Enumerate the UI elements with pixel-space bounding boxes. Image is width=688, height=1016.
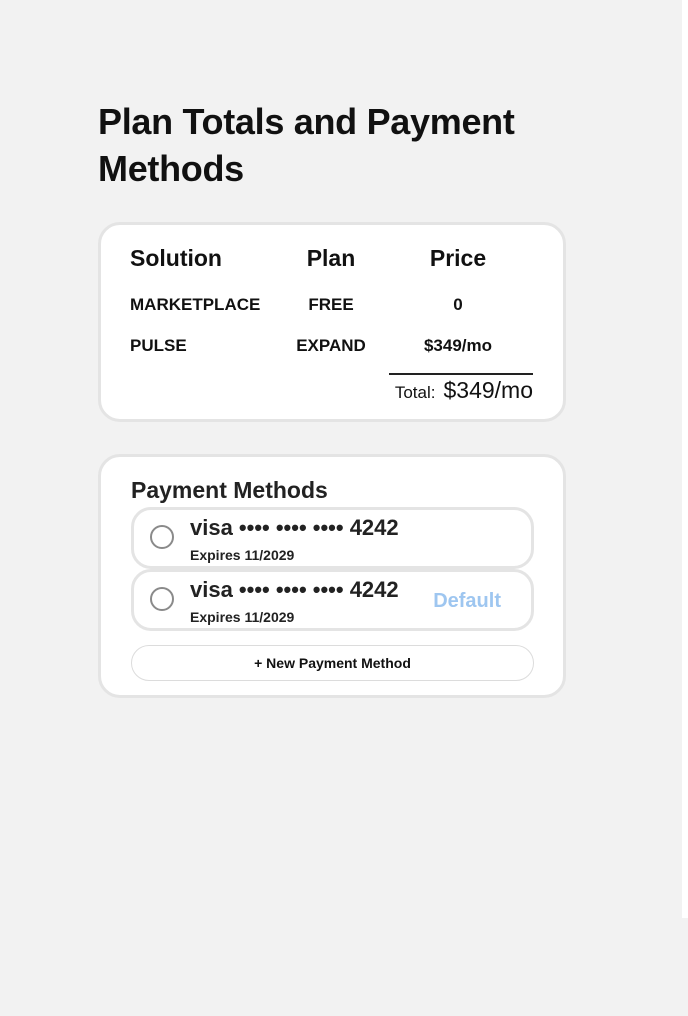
plan-totals-card: Solution Plan Price MARKETPLACE FREE 0 P… — [98, 222, 566, 422]
totals-header-row: Solution Plan Price — [130, 245, 534, 272]
total-value: $349/mo — [443, 377, 533, 403]
header-solution: Solution — [130, 245, 222, 271]
total-label: Total: — [394, 383, 436, 402]
card-expiry: Expires 11/2029 — [190, 547, 295, 563]
new-payment-method-button[interactable]: + New Payment Method — [131, 645, 534, 681]
payment-method-item[interactable]: visa •••• •••• •••• 4242 Expires 11/2029 — [131, 507, 534, 569]
row-plan: EXPAND — [296, 336, 366, 355]
payment-methods-card: Payment Methods visa •••• •••• •••• 4242… — [98, 454, 566, 698]
payment-method-item[interactable]: visa •••• •••• •••• 4242 Expires 11/2029… — [131, 569, 534, 631]
default-badge: Default — [433, 590, 501, 612]
header-plan: Plan — [306, 245, 356, 271]
table-row: PULSE EXPAND $349/mo — [130, 336, 534, 356]
card-expiry: Expires 11/2029 — [190, 609, 295, 625]
row-price: $349/mo — [423, 336, 493, 355]
row-plan: FREE — [308, 295, 354, 314]
page-scrollbar[interactable] — [682, 0, 688, 918]
row-solution: PULSE — [130, 336, 187, 355]
header-price: Price — [429, 245, 487, 271]
table-row: MARKETPLACE FREE 0 — [130, 295, 534, 315]
total-line: Total: $349/mo — [395, 377, 533, 404]
card-number: visa •••• •••• •••• 4242 — [190, 515, 399, 540]
row-price: 0 — [453, 295, 463, 314]
main-content: Plan Totals and Payment Methods Solution… — [98, 98, 566, 698]
row-solution: MARKETPLACE — [130, 295, 261, 314]
payment-method-radio[interactable] — [150, 587, 174, 611]
card-number: visa •••• •••• •••• 4242 — [190, 577, 399, 602]
payment-methods-title: Payment Methods — [131, 477, 328, 503]
total-divider — [389, 373, 533, 375]
page-title: Plan Totals and Payment Methods — [98, 101, 515, 189]
payment-method-radio[interactable] — [150, 525, 174, 549]
